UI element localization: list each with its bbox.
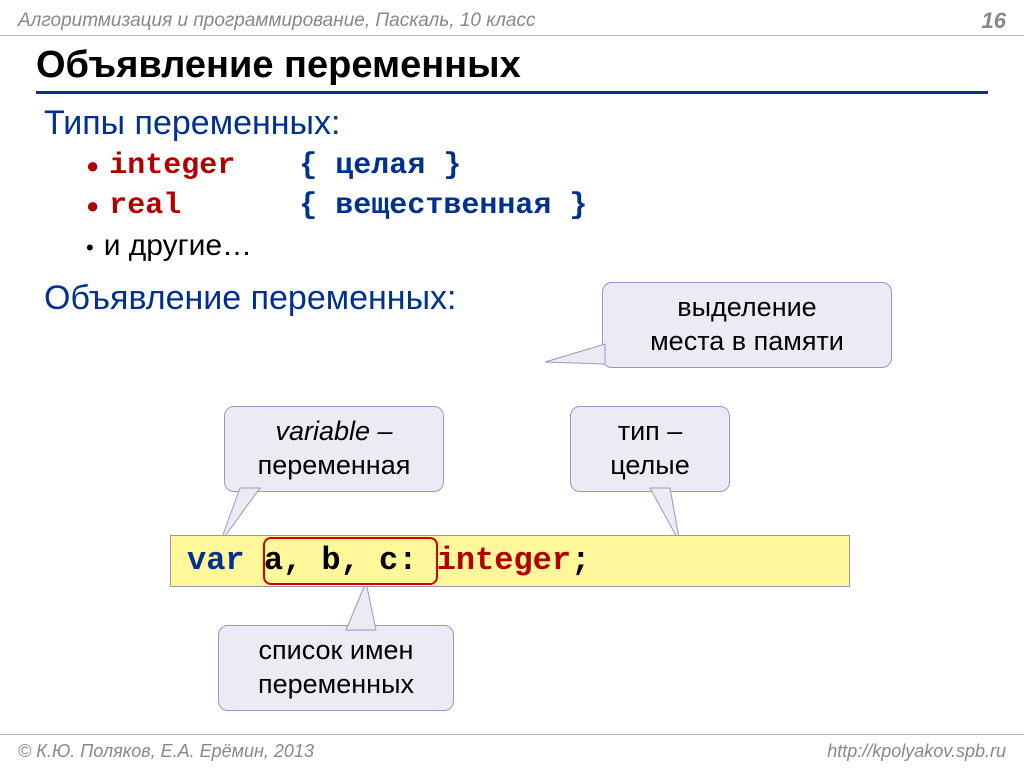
code-type-keyword: integer <box>437 542 571 579</box>
course-title: Алгоритмизация и программирование, Паска… <box>18 10 536 32</box>
type-comment: { вещественная } <box>299 189 587 223</box>
code-var-list: a, b, c <box>264 542 398 579</box>
footer-url: http://kpolyakov.spb.ru <box>827 741 1006 762</box>
callout-text-line2: переменная <box>258 450 411 480</box>
type-keyword: real <box>109 189 299 223</box>
code-colon: : <box>398 542 417 579</box>
type-keyword: integer <box>109 149 299 183</box>
callout-text: тип – целые <box>610 416 689 480</box>
bullet-icon: ● <box>86 191 99 221</box>
code-semicolon: ; <box>571 542 590 579</box>
type-row-real: ● real { вещественная } <box>86 189 988 223</box>
callout-tail-icon <box>545 344 615 374</box>
bullet-icon: • <box>86 233 94 263</box>
page-number: 16 <box>982 8 1006 34</box>
callout-memory: выделение места в памяти <box>602 282 892 368</box>
others-label: и другие… <box>104 229 252 263</box>
type-row-others: • и другие… <box>86 229 988 263</box>
callout-text: список имен переменных <box>258 635 414 699</box>
callout-variable: variable – переменная <box>224 406 444 492</box>
code-example: var a, b, c: integer; <box>170 535 850 587</box>
types-heading: Типы переменных: <box>44 104 988 143</box>
footer-bar: К.Ю. Поляков, Е.А. Ерёмин, 2013 http://k… <box>0 734 1024 768</box>
callout-text: выделение места в памяти <box>650 292 844 356</box>
callout-type: тип – целые <box>570 406 730 492</box>
callout-tail-icon <box>346 582 386 632</box>
type-row-integer: ● integer { целая } <box>86 149 988 183</box>
footer-author: К.Ю. Поляков, Е.А. Ерёмин, 2013 <box>18 741 314 762</box>
type-comment: { целая } <box>299 149 461 183</box>
bullet-icon: ● <box>86 151 99 181</box>
slide-content: Объявление переменных Типы переменных: ●… <box>0 36 1024 318</box>
slide-title: Объявление переменных <box>36 44 988 94</box>
callout-text-line1: variable – <box>243 415 425 449</box>
code-var-keyword: var <box>187 542 245 579</box>
header-bar: Алгоритмизация и программирование, Паска… <box>0 0 1024 36</box>
callout-varlist: список имен переменных <box>218 625 454 711</box>
